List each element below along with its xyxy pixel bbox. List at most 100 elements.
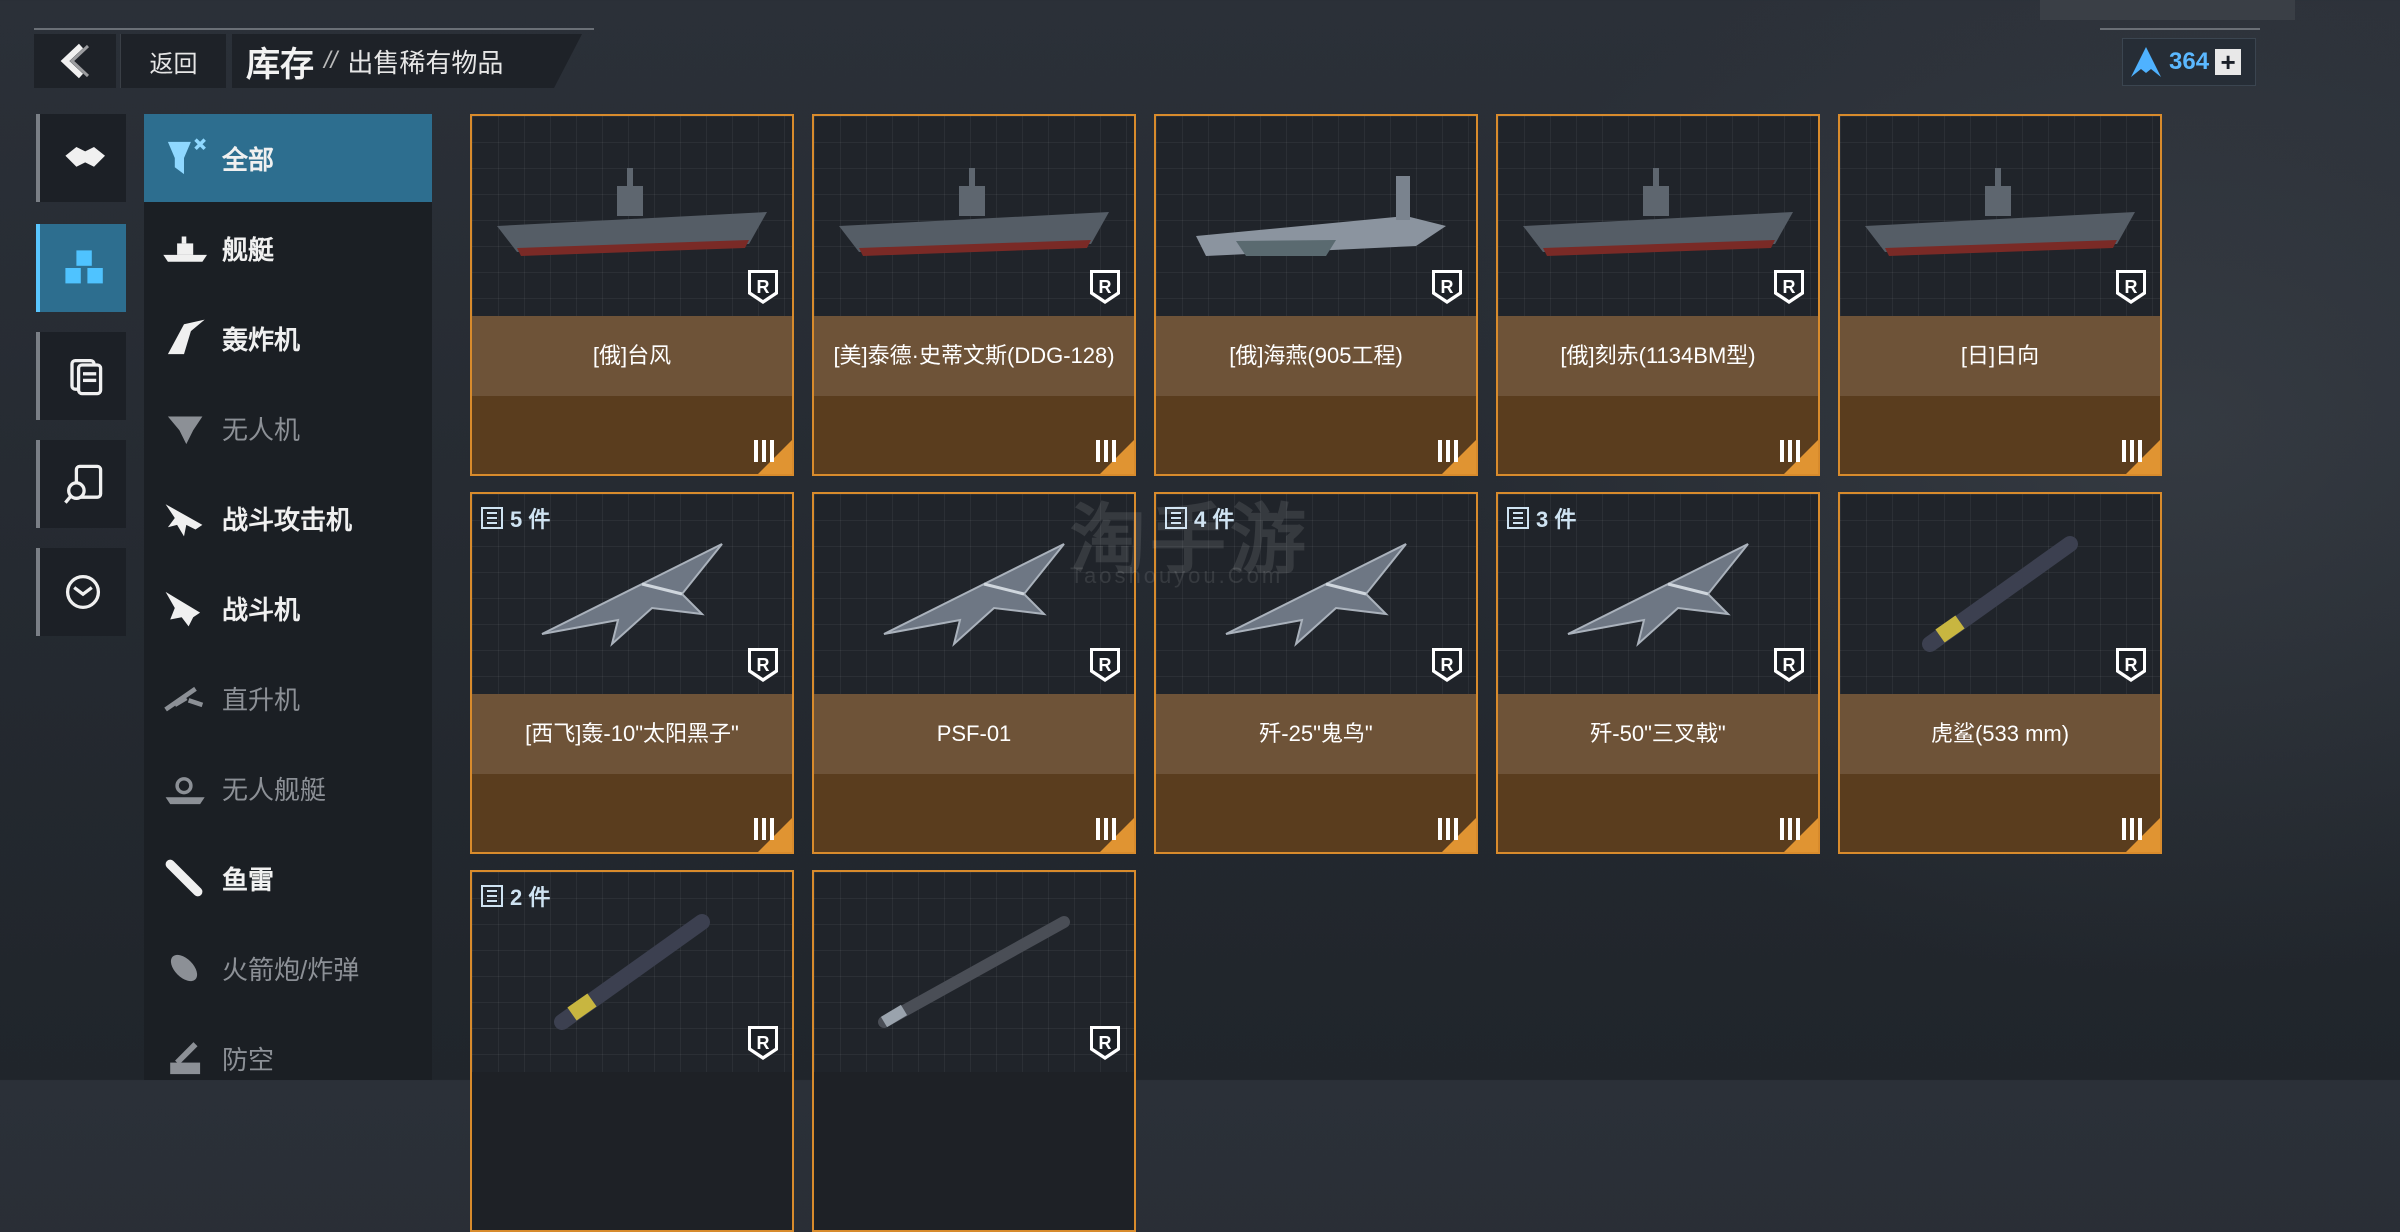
item-card[interactable]: R 虎鲨(533 mm) xyxy=(1838,492,2162,854)
item-footer xyxy=(1156,774,1476,852)
add-currency-button[interactable]: + xyxy=(2215,49,2242,75)
torpedo-image xyxy=(554,914,710,1030)
back-arrow-button[interactable] xyxy=(34,34,116,88)
category-label: 防空 xyxy=(222,1044,275,1075)
item-card[interactable]: R [俄]海燕(905工程) xyxy=(1154,114,1478,476)
rarity-badge-icon: R xyxy=(1090,1026,1120,1060)
ekranoplan-image xyxy=(1196,176,1446,256)
rarity-badge-icon: R xyxy=(1774,648,1804,682)
warship-image xyxy=(1865,168,2135,256)
item-card[interactable]: R [俄]刻赤(1134BM型) xyxy=(1496,114,1820,476)
back-button[interactable]: 返回 xyxy=(120,34,226,88)
rail-button-3[interactable] xyxy=(36,332,126,420)
rarity-label: R xyxy=(1783,655,1796,675)
category-item[interactable]: 无人舰艇 xyxy=(144,744,432,832)
item-name: [西飞]轰-10"太阳黑子" xyxy=(472,694,792,774)
rail-button-2[interactable] xyxy=(36,224,126,312)
item-image-area xyxy=(1840,116,2160,316)
rarity-badge-icon: R xyxy=(1090,648,1120,682)
item-count-label: 2 件 xyxy=(510,885,551,910)
category-icon xyxy=(158,942,210,994)
rail-button-1[interactable] xyxy=(36,114,126,202)
currency-value: 364 xyxy=(2169,48,2210,75)
category-label: 全部 xyxy=(222,144,275,175)
item-name: [俄]台风 xyxy=(472,316,792,396)
recycle-icon xyxy=(65,574,101,610)
title-separator: // xyxy=(324,47,338,74)
item-name: [美]泰德·史蒂文斯(DDG-128) xyxy=(814,316,1134,396)
category-icon xyxy=(158,852,210,904)
category-label: 直升机 xyxy=(222,684,301,715)
tier-icon xyxy=(1438,818,1458,840)
helicopter-icon xyxy=(164,686,204,712)
rarity-label: R xyxy=(2125,655,2138,675)
rarity-label: R xyxy=(2125,277,2138,297)
category-icon xyxy=(158,672,210,724)
title-main: 库存 xyxy=(246,45,314,84)
category-item[interactable]: 火箭炮/炸弹 xyxy=(144,924,432,1012)
rarity-label: R xyxy=(1441,277,1454,297)
rarity-badge-icon: R xyxy=(2116,648,2146,682)
category-icon xyxy=(158,762,210,814)
rarity-label: R xyxy=(1441,655,1454,675)
rarity-badge-icon: R xyxy=(748,1026,778,1060)
rail-button-4[interactable] xyxy=(36,440,126,528)
rarity-badge-icon: R xyxy=(2116,270,2146,304)
tier-icon xyxy=(2122,440,2142,462)
aircraft-image xyxy=(883,543,1065,647)
tier-icon xyxy=(1096,440,1116,462)
handshake-icon xyxy=(65,147,105,167)
category-icon xyxy=(158,132,210,184)
item-card[interactable]: 5 件 R [西飞]轰-10"太阳黑子" xyxy=(470,492,794,854)
stack-icon xyxy=(1507,507,1529,529)
category-item[interactable]: 舰艇 xyxy=(144,204,432,292)
item-card[interactable]: 2 件 R xyxy=(470,870,794,1232)
category-item[interactable]: 防空 xyxy=(144,1014,432,1102)
item-image-area xyxy=(814,872,1134,1072)
item-card[interactable]: R xyxy=(812,870,1136,1232)
rail-button-5[interactable] xyxy=(36,548,126,636)
item-footer xyxy=(1840,396,2160,474)
item-image-area xyxy=(1840,494,2160,694)
rarity-badge-icon: R xyxy=(1774,270,1804,304)
documents-icon xyxy=(70,358,103,396)
rarity-badge-icon: R xyxy=(1432,270,1462,304)
rarity-label: R xyxy=(757,655,770,675)
rarity-label: R xyxy=(1099,655,1112,675)
stack-icon xyxy=(481,885,503,907)
all-filter-icon xyxy=(167,138,206,175)
category-item[interactable]: 无人机 xyxy=(144,384,432,472)
torpedo-image xyxy=(1922,536,2078,652)
category-item[interactable]: 鱼雷 xyxy=(144,834,432,922)
warship-image xyxy=(839,168,1109,256)
category-item[interactable]: 全部 xyxy=(144,114,432,202)
item-card[interactable]: R [美]泰德·史蒂文斯(DDG-128) xyxy=(812,114,1136,476)
warship-icon xyxy=(163,236,207,262)
category-icon xyxy=(158,402,210,454)
category-label: 鱼雷 xyxy=(222,864,275,895)
category-item[interactable]: 直升机 xyxy=(144,654,432,742)
air-defense-icon xyxy=(170,1042,201,1075)
item-count-label: 3 件 xyxy=(1536,507,1577,532)
item-card[interactable]: R [俄]台风 xyxy=(470,114,794,476)
item-footer xyxy=(814,396,1134,474)
category-panel: 全部舰艇 轰炸机无人机战斗攻击机 战斗机直升机无人舰艇鱼雷火箭炮/炸弹防空 xyxy=(144,114,432,1080)
tier-icon xyxy=(1438,440,1458,462)
item-footer xyxy=(1156,396,1476,474)
page-title: 库存 // 出售稀有物品 xyxy=(232,34,582,88)
item-card[interactable]: R [日]日向 xyxy=(1838,114,2162,476)
item-footer xyxy=(1498,774,1818,852)
category-item[interactable]: 战斗机 xyxy=(144,564,432,652)
a-logo-icon xyxy=(2131,47,2161,77)
top-decor-line-left xyxy=(34,28,594,30)
tier-icon xyxy=(1780,818,1800,840)
item-count-label: 5 件 xyxy=(510,507,551,532)
category-item[interactable]: 轰炸机 xyxy=(144,294,432,382)
item-name: 虎鲨(533 mm) xyxy=(1840,694,2160,774)
stack-icon xyxy=(481,507,503,529)
tier-icon xyxy=(1780,440,1800,462)
category-label: 无人机 xyxy=(222,414,301,445)
category-item[interactable]: 战斗攻击机 xyxy=(144,474,432,562)
item-card[interactable]: 3 件 R 歼-50"三叉戟" xyxy=(1496,492,1820,854)
item-count: 5 件 xyxy=(480,502,550,534)
